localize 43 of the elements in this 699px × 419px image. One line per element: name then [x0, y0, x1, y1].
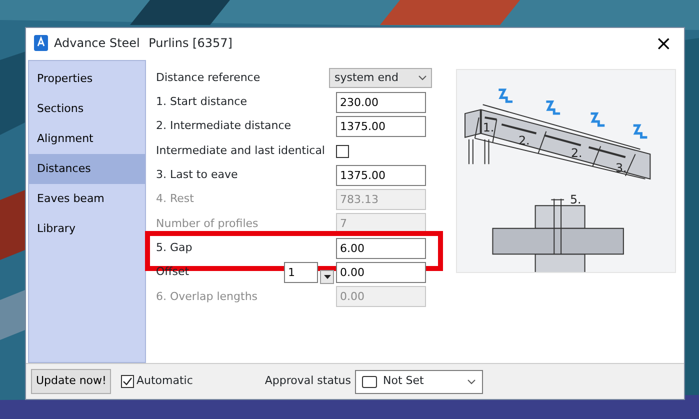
field-label: 2. Intermediate distance	[156, 118, 292, 134]
input-field[interactable]: 0.00	[336, 262, 426, 284]
input-field[interactable]: 1375.00	[336, 164, 426, 186]
spinner-down-button[interactable]	[320, 270, 334, 284]
chevron-down-icon	[418, 75, 427, 82]
field-label: 1. Start distance	[156, 94, 248, 110]
sidebar-item[interactable]: Eaves beam	[29, 184, 145, 214]
input-field: 783.13	[336, 189, 426, 210]
sidebar-item[interactable]: Alignment	[29, 124, 145, 154]
triangle-down-icon	[324, 274, 330, 279]
field-label: 5. Gap	[156, 240, 194, 256]
field-label: Distance reference	[156, 70, 262, 86]
dimension-label: 3.	[616, 160, 627, 175]
input-field[interactable]: 230.00	[336, 92, 426, 113]
input-field[interactable]: 1375.00	[336, 116, 426, 138]
approval-label: Approval status	[264, 373, 351, 390]
update-button[interactable]: Update now!	[31, 369, 112, 394]
dimension-label: 2.	[518, 133, 530, 148]
sidebar-item[interactable]: Sections	[29, 94, 145, 124]
field-label: 3. Last to eave	[156, 167, 239, 184]
close-button[interactable]: ×	[651, 33, 676, 53]
field-label: Number of profiles	[156, 216, 260, 232]
input-field[interactable]: 6.00	[336, 238, 426, 259]
sidebar-item[interactable]: Distances	[29, 154, 145, 184]
checkbox-label: Automatic	[136, 373, 193, 390]
chevron-down-icon	[466, 378, 476, 384]
approval-select[interactable]: Not Set	[354, 370, 483, 394]
window-subtitle: Purlins [6357]	[148, 35, 232, 52]
sidebar-item[interactable]: Library	[29, 214, 145, 244]
input-field: 0.00	[336, 286, 426, 308]
app-icon	[34, 35, 48, 51]
field-label: 4. Rest	[156, 191, 195, 208]
checkbox[interactable]	[336, 144, 349, 158]
field-label: 6. Overlap lengths	[156, 288, 259, 305]
sidebar-item[interactable]: Properties	[29, 64, 145, 94]
dropdown[interactable]: system end	[329, 68, 432, 88]
checkbox[interactable]	[121, 375, 134, 388]
dimension-label: 2.	[570, 146, 582, 160]
spinner-field[interactable]: 1	[284, 262, 318, 284]
window-title: Advance Steel	[54, 35, 140, 52]
field-label: Intermediate and last identical	[156, 142, 326, 159]
dimension-label: 5.	[570, 192, 582, 206]
dimension-label: 1.	[482, 120, 494, 134]
